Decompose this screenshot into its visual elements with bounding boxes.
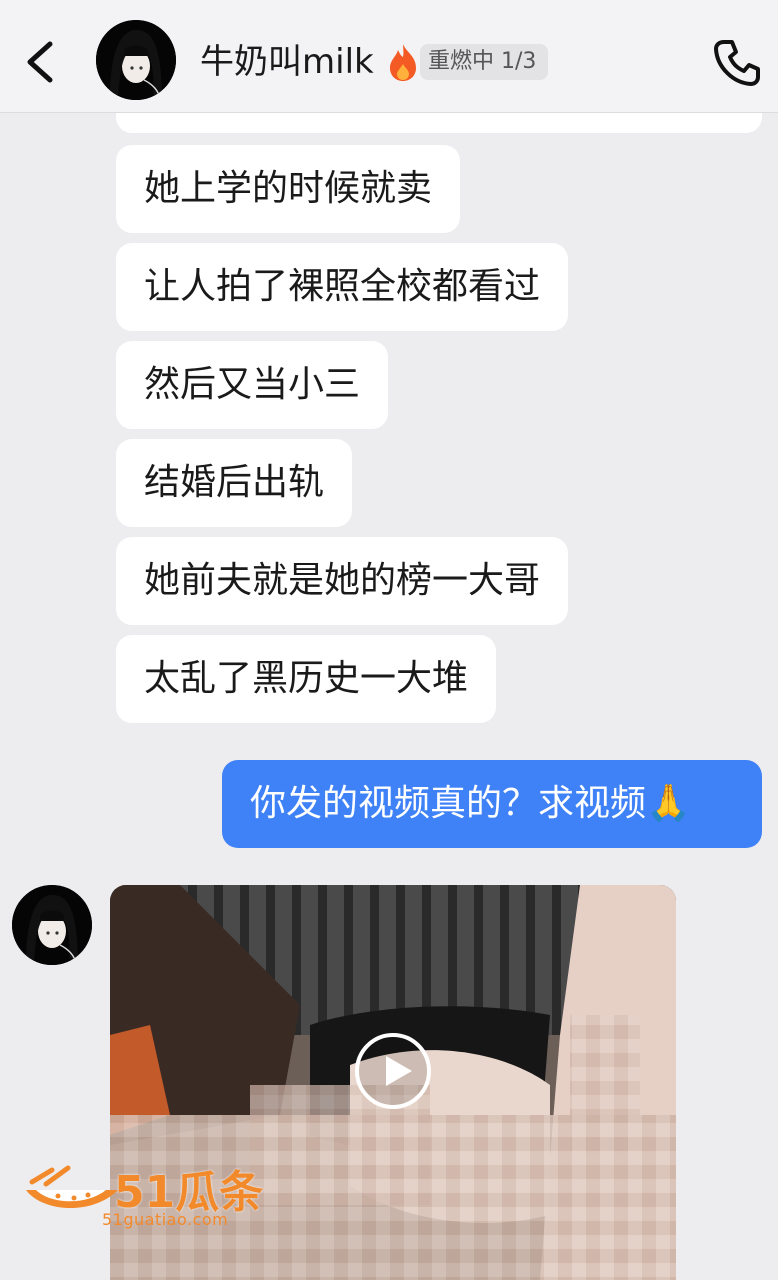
contact-name: 牛奶叫milk <box>200 42 374 82</box>
play-icon[interactable] <box>355 1033 431 1109</box>
fire-icon <box>390 44 416 81</box>
avatar[interactable] <box>96 20 176 100</box>
message-bubble[interactable]: 然后又当小三 <box>116 341 389 429</box>
message-list[interactable]: 她上学的时候就卖 让人拍了裸照全校都看过 然后又当小三 结婚后出轨 她前夫就是她… <box>0 113 778 1280</box>
watermark-url: 51guatiao.com <box>102 1210 229 1229</box>
sent-message-bubble[interactable]: 你发的视频真的？求视频🙏 <box>222 760 762 848</box>
pray-emoji: 🙏 <box>646 783 691 824</box>
message-bubble[interactable]: 她上学的时候就卖 <box>116 145 461 233</box>
watermark: 51瓜条 51guatiao.com <box>22 1160 272 1240</box>
call-button[interactable] <box>710 36 764 90</box>
chevron-left-icon <box>27 41 53 83</box>
status-badge: 重燃中 1/3 <box>420 44 549 80</box>
message-bubble[interactable]: 她前夫就是她的榜一大哥 <box>116 537 569 625</box>
chat-header: 牛奶叫milk 重燃中 1/3 <box>0 0 778 113</box>
message-bubble[interactable]: 结婚后出轨 <box>116 439 353 527</box>
phone-icon <box>714 40 760 86</box>
message-bubble-partial <box>116 113 762 133</box>
sent-message-text: 你发的视频真的？求视频 <box>250 783 647 824</box>
message-bubble[interactable]: 让人拍了裸照全校都看过 <box>116 243 569 331</box>
back-button[interactable] <box>22 38 58 86</box>
message-bubble[interactable]: 太乱了黑历史一大堆 <box>116 635 497 723</box>
sender-avatar[interactable] <box>12 885 92 965</box>
